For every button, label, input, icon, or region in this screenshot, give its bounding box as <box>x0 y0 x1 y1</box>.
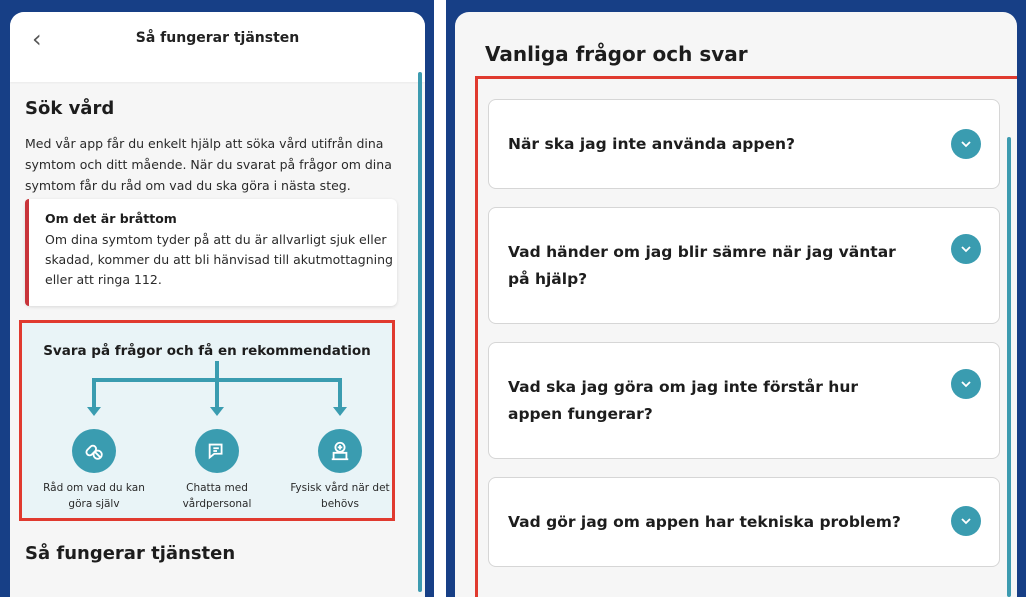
connector-left <box>92 378 96 408</box>
option-label-chat: Chatta med vårdpersonal <box>162 480 272 512</box>
faq-item[interactable]: Vad ska jag göra om jag inte förstår hur… <box>488 342 1000 459</box>
option-label-line: Chatta med <box>186 482 248 494</box>
faq-list: När ska jag inte använda appen? Vad händ… <box>475 76 1017 597</box>
right-phone-frame: Vanliga frågor och svar När ska jag inte… <box>446 0 1026 597</box>
faq-item[interactable]: Vad händer om jag blir sämre när jag vän… <box>488 207 1000 324</box>
top-bar: ‹ Så fungerar tjänsten <box>10 12 425 82</box>
faq-question: När ska jag inte använda appen? <box>508 134 796 153</box>
hospital-icon <box>318 429 362 473</box>
faq-item[interactable]: När ska jag inte använda appen? <box>488 99 1000 189</box>
arrow-down-icon <box>333 407 347 416</box>
option-label-line: behövs <box>321 498 359 510</box>
alert-accent-bar <box>25 199 29 306</box>
connector-right <box>338 378 342 408</box>
arrow-down-icon <box>210 407 224 416</box>
left-screen: ‹ Så fungerar tjänsten Sök vård Med vår … <box>10 12 425 597</box>
option-label-line: Råd om vad du kan <box>43 482 145 494</box>
pills-icon <box>72 429 116 473</box>
scrollbar[interactable] <box>1007 137 1011 597</box>
faq-title: Vanliga frågor och svar <box>485 42 748 66</box>
connector-middle <box>215 378 219 408</box>
chat-icon <box>195 429 239 473</box>
chevron-down-icon[interactable] <box>951 234 981 264</box>
chevron-down-icon[interactable] <box>951 506 981 536</box>
arrow-down-icon <box>87 407 101 416</box>
option-label-physical-care: Fysisk vård när det behövs <box>285 480 395 512</box>
faq-question: Vad ska jag göra om jag inte förstår hur… <box>508 377 859 423</box>
option-label-line: Fysisk vård när det <box>290 482 390 494</box>
faq-question: Vad händer om jag blir sämre när jag vän… <box>508 242 896 288</box>
option-label-line: vårdpersonal <box>182 498 252 510</box>
page-title: Så fungerar tjänsten <box>135 30 300 46</box>
faq-question: Vad gör jag om appen har tekniska proble… <box>508 512 901 531</box>
chevron-down-icon[interactable] <box>951 129 981 159</box>
chevron-down-icon[interactable] <box>951 369 981 399</box>
urgent-alert: Om det är bråttom Om dina symtom tyder p… <box>25 199 397 306</box>
left-phone-frame: ‹ Så fungerar tjänsten Sök vård Med vår … <box>0 0 434 597</box>
right-screen: Vanliga frågor och svar När ska jag inte… <box>455 12 1017 597</box>
alert-text: Om dina symtom tyder på att du är allvar… <box>45 232 393 287</box>
recommendation-diagram: Svara på frågor och få en rekommendation <box>19 320 395 521</box>
option-label-self-care: Råd om vad du kan göra själv <box>39 480 149 512</box>
diagram-title: Svara på frågor och få en rekommendation <box>43 343 371 359</box>
alert-title: Om det är bråttom <box>45 211 177 226</box>
section-heading-sa-fungerar: Så fungerar tjänsten <box>25 543 236 564</box>
section-heading-sok-vard: Sök vård <box>25 98 115 119</box>
option-label-line: göra själv <box>68 498 120 510</box>
scrollbar[interactable] <box>418 72 422 592</box>
faq-item[interactable]: Vad gör jag om appen har tekniska proble… <box>488 477 1000 567</box>
intro-text: Med vår app får du enkelt hjälp att söka… <box>25 136 392 193</box>
